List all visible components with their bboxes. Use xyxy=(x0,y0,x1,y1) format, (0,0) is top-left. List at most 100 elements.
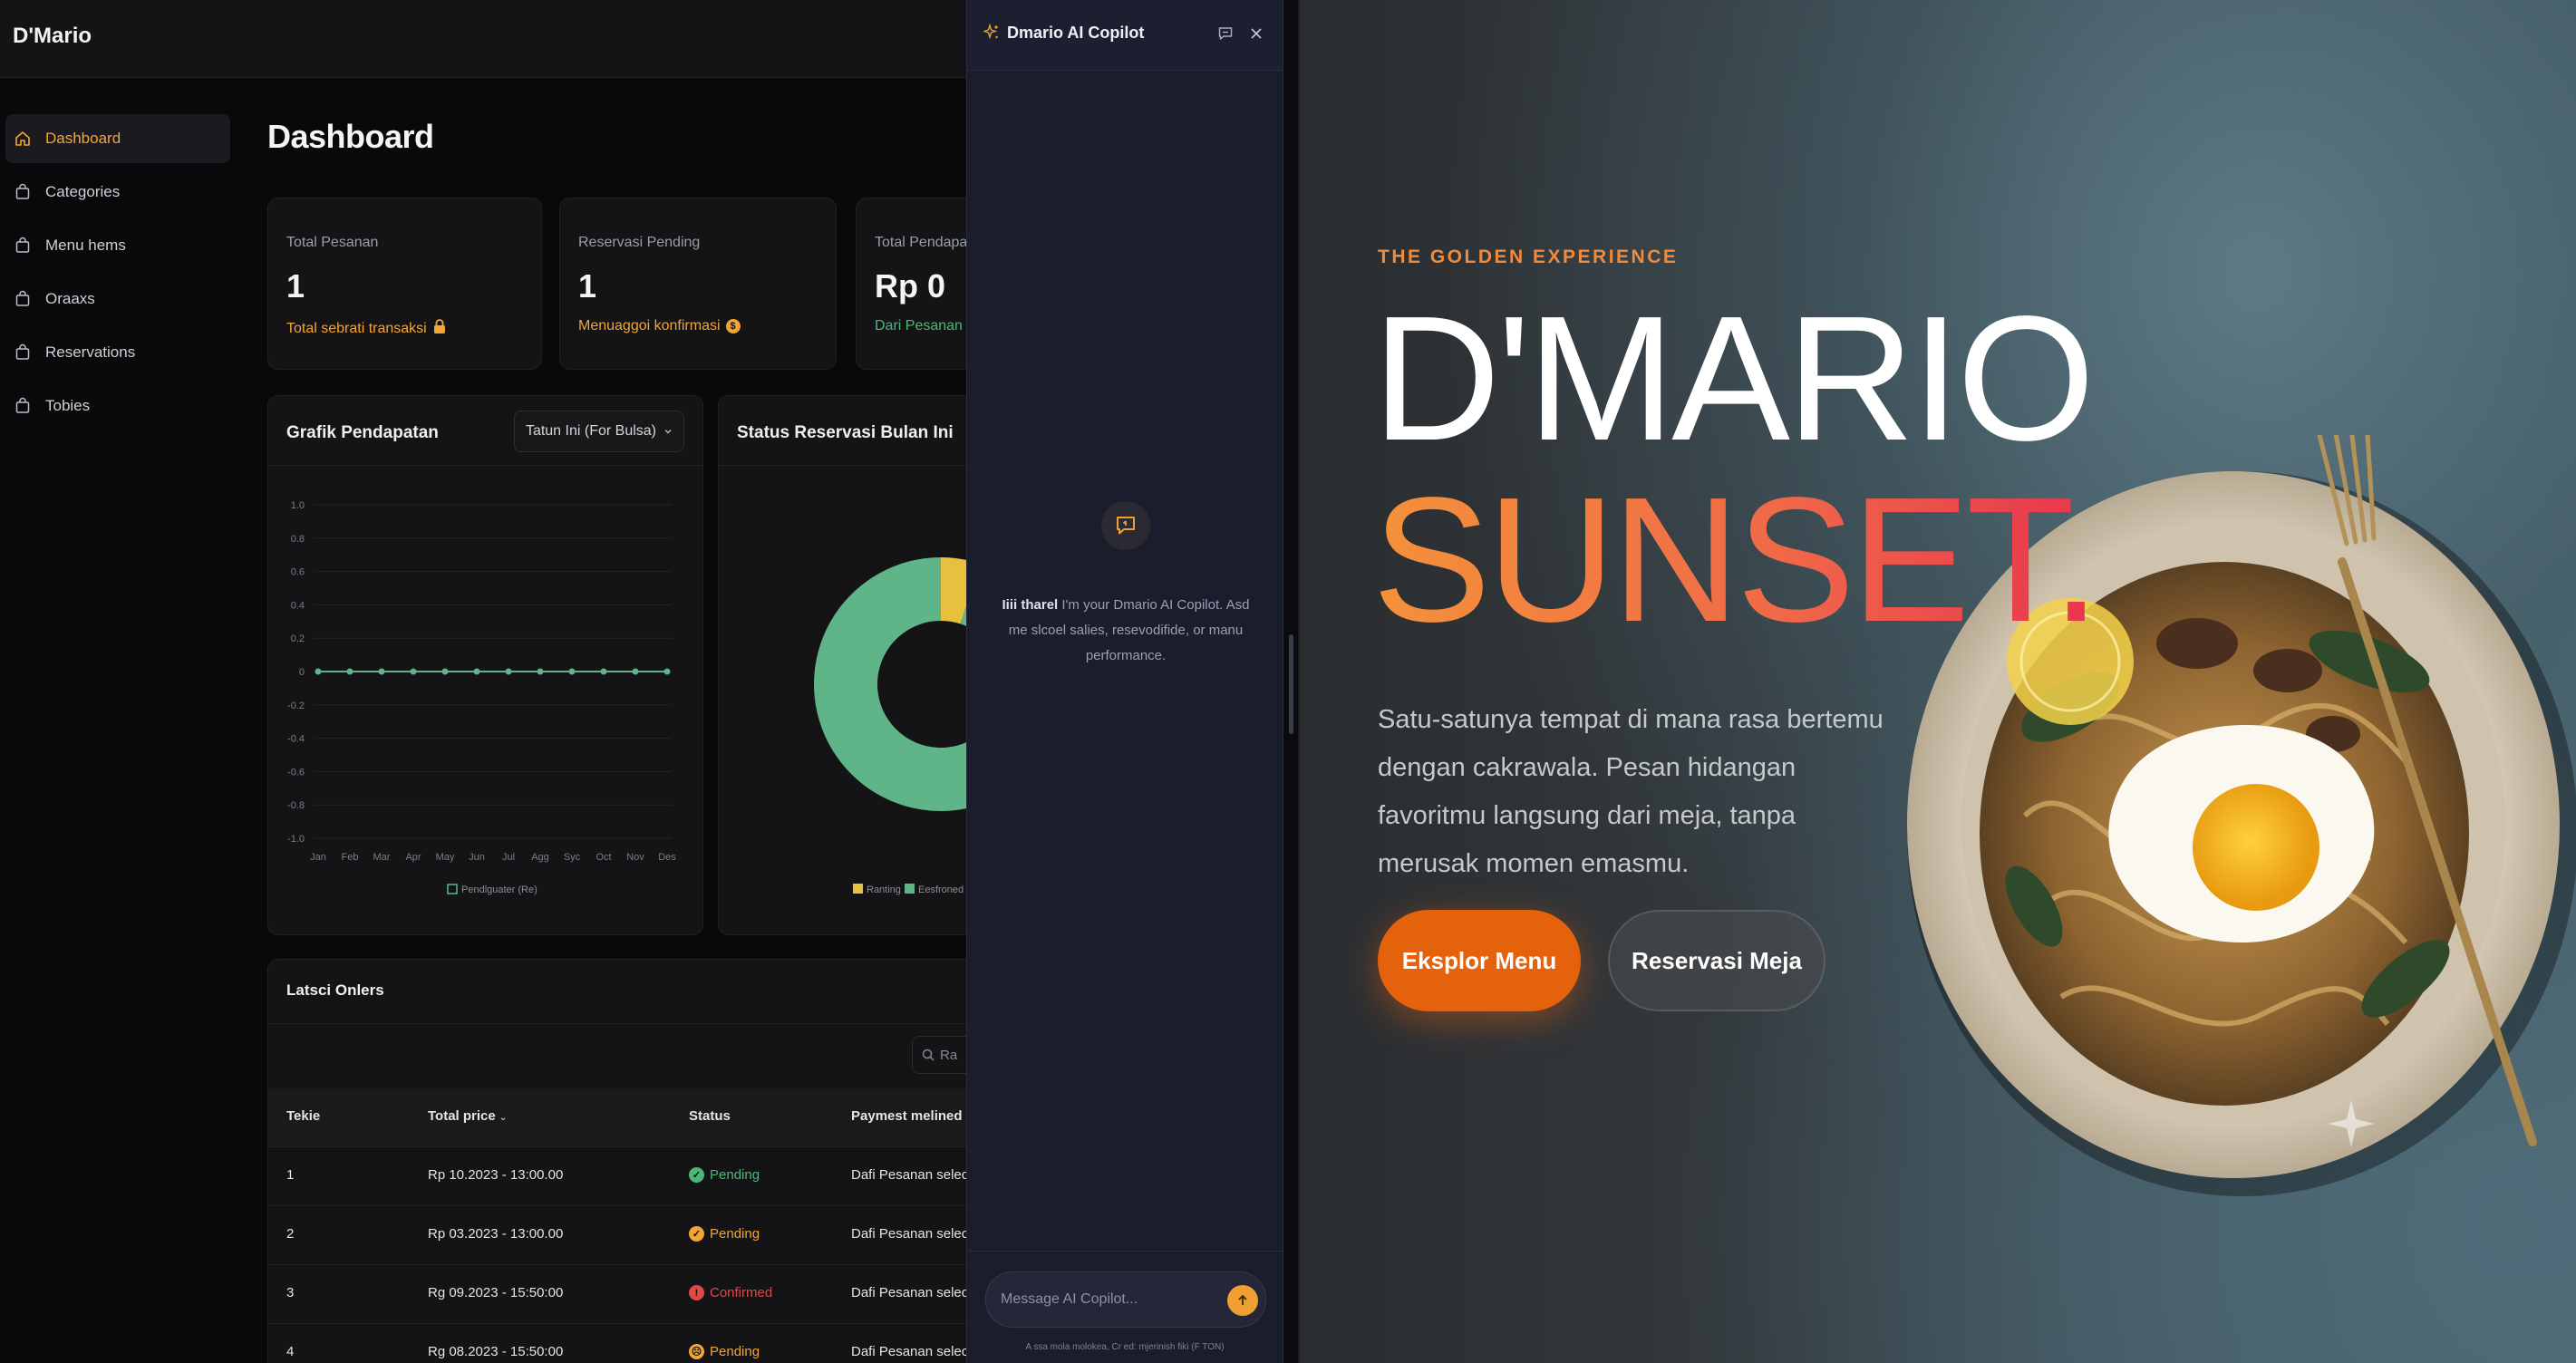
x-tick-label: Jul xyxy=(502,852,515,863)
y-tick-label: 0.6 xyxy=(291,567,305,578)
kpi-subtext: Dari Pesanan seis xyxy=(875,318,966,334)
table-row[interactable]: 2 Rp 03.2023 - 13:00.00 ✓ Pending Dafi Pesan… xyxy=(268,1205,966,1264)
search-placeholder: Ra xyxy=(940,1047,958,1063)
status-icon: ✓ xyxy=(689,1226,704,1242)
latest-orders-card: Latsci Onlers Ra Tekie Total price ⌄ Sta… xyxy=(267,959,966,1363)
sidebar-item-orders[interactable]: Oraaxs xyxy=(5,275,230,324)
copilot-disclaimer: A ssa mola molokea, Cr ed: mjerinish fik… xyxy=(1025,1342,1225,1352)
copilot-avatar xyxy=(1101,501,1150,550)
explore-menu-button[interactable]: Eksplor Menu xyxy=(1378,910,1581,1011)
coin-icon: $ xyxy=(725,319,741,334)
data-point[interactable] xyxy=(537,668,544,675)
kpi-subtext-label: Dari Pesanan seis xyxy=(875,318,966,334)
data-point[interactable] xyxy=(505,668,512,675)
data-point[interactable] xyxy=(663,668,671,675)
welcome-greeting: Iiii tharel xyxy=(1002,597,1059,613)
status-icon: ✓ xyxy=(689,1167,704,1183)
data-point[interactable] xyxy=(568,668,576,675)
table-header: Tekie Total price ⌄ Status Paymest melin… xyxy=(268,1088,966,1146)
data-point[interactable] xyxy=(600,668,607,675)
legend-label: Eesfroned xyxy=(918,884,964,895)
cell-payment: Dafi Pesanan selectio xyxy=(851,1226,966,1242)
x-tick-label: Jun xyxy=(469,852,485,863)
column-header-status[interactable]: Status xyxy=(689,1108,731,1124)
copilot-composer: Message AI Copilot... A ssa mola molokea… xyxy=(967,1251,1283,1363)
bag-icon xyxy=(13,396,33,416)
sidebar-item-dashboard[interactable]: Dashboard xyxy=(5,114,230,163)
y-tick-label: -1.0 xyxy=(287,834,305,845)
cell-status: ✓ Pending xyxy=(689,1226,760,1242)
sidebar-item-menu-items[interactable]: Menu hems xyxy=(5,221,230,270)
x-tick-label: May xyxy=(436,852,455,863)
cell-table: 3 xyxy=(286,1285,295,1300)
data-point[interactable] xyxy=(410,668,417,675)
cell-total-price: Rp 03.2023 - 13:00.00 xyxy=(428,1226,564,1242)
legend-swatch xyxy=(853,884,863,894)
copilot-message-input[interactable]: Message AI Copilot... xyxy=(985,1271,1266,1328)
close-copilot-button[interactable] xyxy=(1244,22,1268,45)
column-header-table[interactable]: Tekie xyxy=(286,1108,320,1124)
sidebar-item-categories[interactable]: Categories xyxy=(5,168,230,217)
x-tick-label: Nov xyxy=(626,852,644,863)
kpi-card-pending-reservations: Reservasi Pending 1 Menuaggoi konfirmasi… xyxy=(559,198,837,370)
y-tick-label: -0.2 xyxy=(287,701,305,711)
panel-resize-handle[interactable] xyxy=(1289,634,1293,734)
x-tick-label: Apr xyxy=(405,852,421,863)
data-point[interactable] xyxy=(473,668,480,675)
y-tick-label: 1.0 xyxy=(291,500,305,511)
home-icon xyxy=(13,129,33,149)
kpi-subtext-label: Total sebrati transaksi xyxy=(286,320,427,336)
data-point[interactable] xyxy=(378,668,385,675)
x-tick-label: Feb xyxy=(342,852,359,863)
kpi-subtext: Menuaggoi konfirmasi $ xyxy=(578,318,741,334)
cell-table: 4 xyxy=(286,1344,295,1359)
table-row[interactable]: 3 Rg 09.2023 - 15:50:00! Confirmed Dafi Pes… xyxy=(268,1264,966,1323)
kpi-subtext-label: Menuaggoi konfirmasi xyxy=(578,318,721,334)
x-tick-label: Mar xyxy=(373,852,391,863)
cell-status: ✓ Pending xyxy=(689,1167,760,1183)
close-icon xyxy=(1251,28,1262,39)
cell-status: ☹ Pending xyxy=(689,1344,760,1359)
status-label: Pending xyxy=(710,1167,760,1183)
column-header-payment[interactable]: Paymest melined xyxy=(851,1108,963,1124)
orders-title: Latsci Onlers xyxy=(286,981,384,999)
sidebar-item-label: Categories xyxy=(45,183,121,200)
send-button[interactable] xyxy=(1227,1285,1258,1316)
kpi-label: Reservasi Pending xyxy=(578,235,701,250)
legend-label: Ranting xyxy=(867,884,901,895)
x-tick-label: Des xyxy=(658,852,676,863)
search-icon xyxy=(922,1049,935,1061)
kpi-value: 1 xyxy=(286,267,305,304)
new-chat-button[interactable] xyxy=(1214,22,1237,45)
column-header-total-price[interactable]: Total price ⌄ xyxy=(428,1108,507,1124)
cell-payment: Dafi Pesanan selectio xyxy=(851,1285,966,1300)
y-tick-label: -0.4 xyxy=(287,734,305,745)
lock-icon xyxy=(432,318,447,339)
kpi-label: Total Pendapatan xyxy=(875,235,966,250)
data-point[interactable] xyxy=(346,668,353,675)
reservation-status-card: Status Reservasi Bulan Ini Ranting Eesfro… xyxy=(718,395,966,935)
cell-payment: Dafi Pesanan selectio xyxy=(851,1344,966,1359)
sparkle-icon xyxy=(2328,1100,2375,1147)
data-point[interactable] xyxy=(632,668,639,675)
data-point[interactable] xyxy=(315,668,322,675)
orders-search-input[interactable]: Ra xyxy=(912,1036,966,1074)
table-row[interactable]: 1 Rp 10.2023 - 13:00.00 ✓ Pending Dafi Pesan… xyxy=(268,1146,966,1205)
legend-swatch xyxy=(905,884,915,894)
sidebar-item-reservations[interactable]: Reservations xyxy=(5,328,230,377)
donut-slice[interactable] xyxy=(941,557,966,624)
sidebar: Dashboard Categories Menu hems Oraaxs Re… xyxy=(0,78,236,1363)
bag-icon xyxy=(13,289,33,309)
brand-logo[interactable]: D'Mario xyxy=(13,24,92,49)
sidebar-item-tables[interactable]: Tobies xyxy=(5,382,230,430)
kpi-card-total-orders: Total Pesanan 1 Total sebrati transaksi xyxy=(267,198,542,370)
column-header-label: Total price xyxy=(428,1108,496,1124)
x-tick-label: Syc xyxy=(564,852,581,863)
y-tick-label: -0.6 xyxy=(287,767,305,778)
table-row[interactable]: 4 Rg 08.2023 - 15:50:00 ☹ Pending Dafi Pesan… xyxy=(268,1323,966,1363)
sidebar-item-label: Oraaxs xyxy=(45,290,95,307)
reserve-table-button[interactable]: Reservasi Meja xyxy=(1608,910,1825,1011)
cell-table: 2 xyxy=(286,1226,295,1242)
data-point[interactable] xyxy=(441,668,449,675)
sidebar-item-label: Tobies xyxy=(45,397,91,414)
